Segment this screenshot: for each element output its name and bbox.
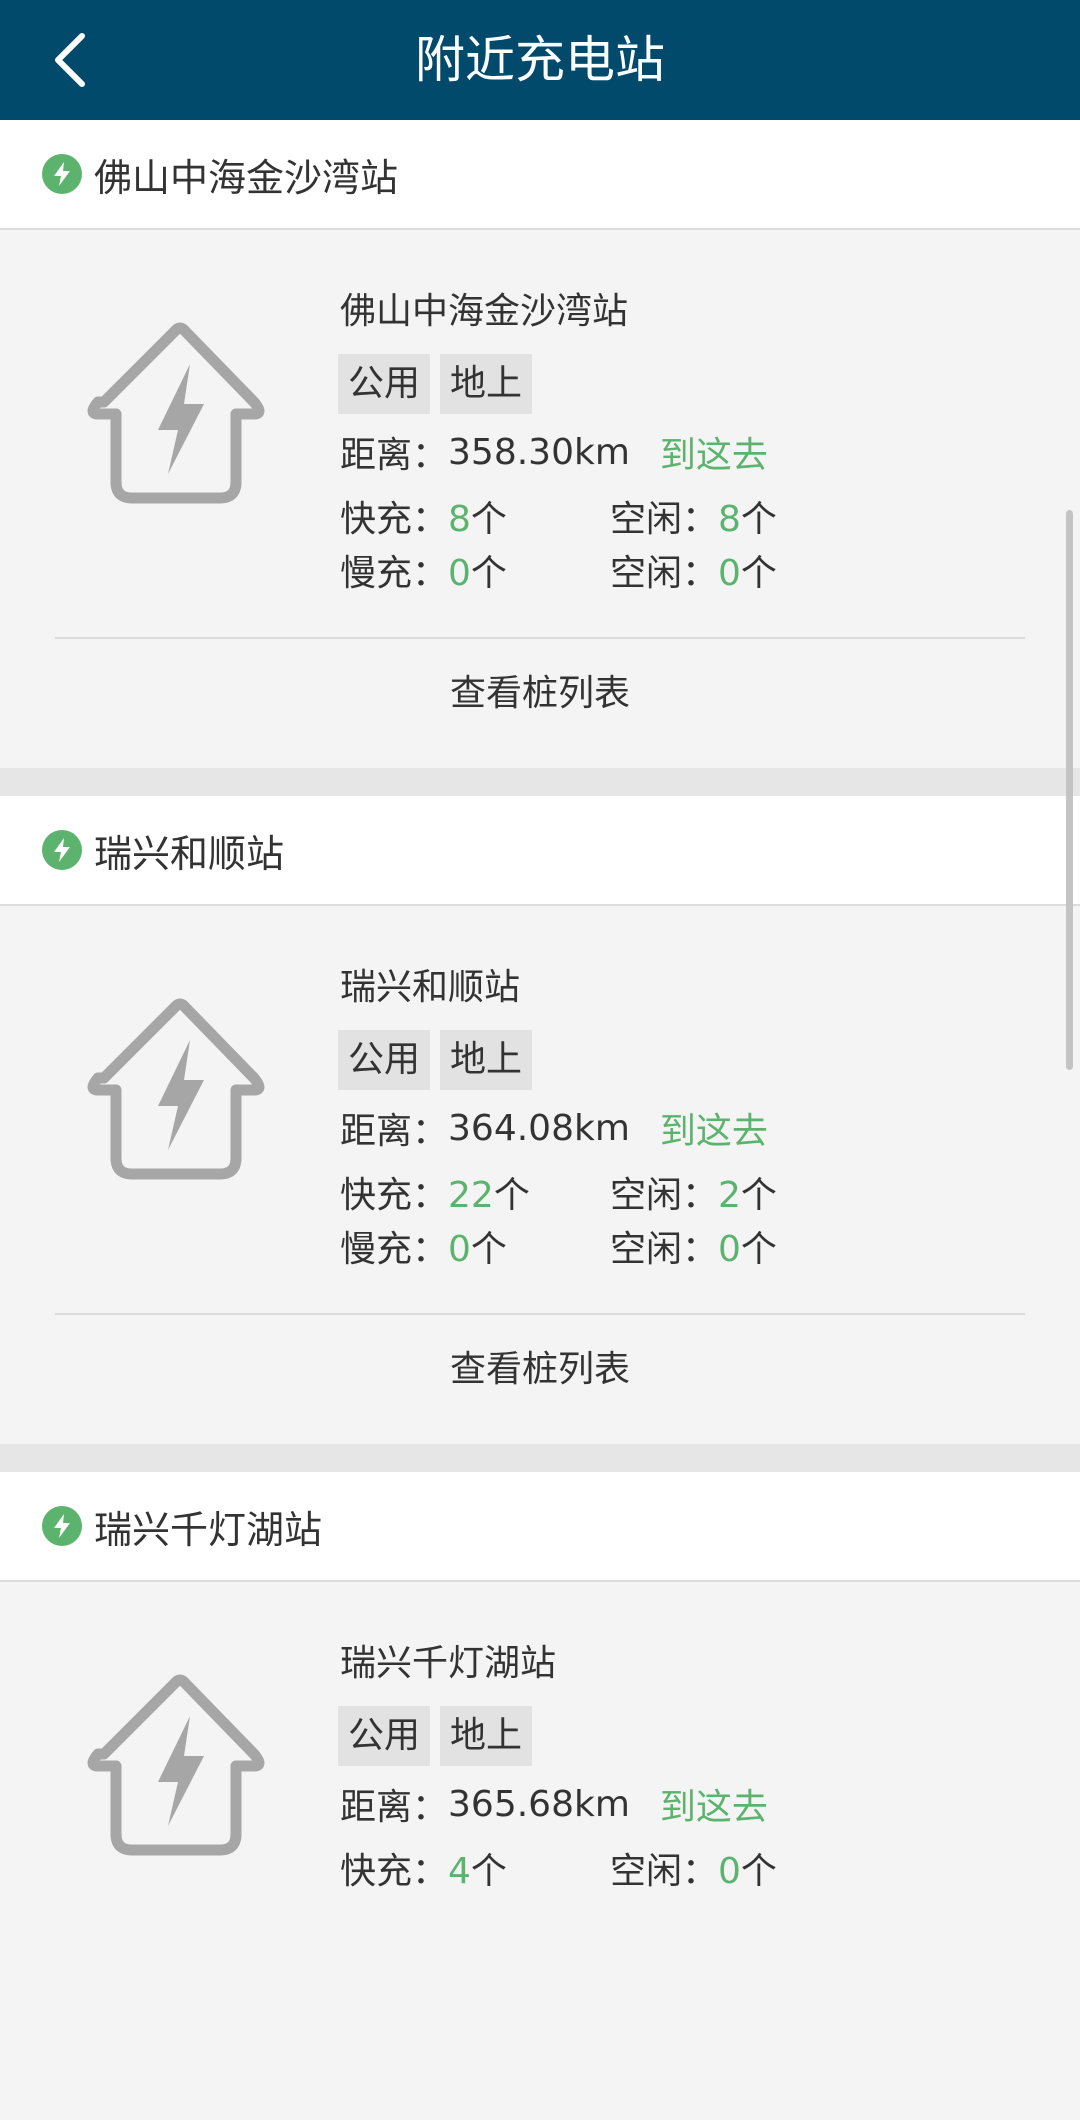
fast-idle-count: 空闲：0个 — [610, 1842, 777, 1894]
tag-public: 公用 — [338, 1706, 431, 1766]
fast-unit: 个 — [470, 499, 507, 540]
idle-unit: 个 — [740, 1851, 777, 1892]
fast-idle-count: 空闲：2个 — [610, 1166, 777, 1218]
idle-unit: 个 — [740, 1229, 777, 1270]
fast-charge-count: 快充：8个 — [340, 490, 507, 542]
slow-charge-count: 慢充：0个 — [340, 544, 507, 596]
charging-bolt-icon — [42, 154, 82, 194]
station-detail: 瑞兴千灯湖站 公用 地上 距离： 365.68km 到这去 快充：4个 空闲：0… — [0, 1582, 1080, 2120]
station-detail: 瑞兴和顺站 公用 地上 距离： 364.08km 到这去 快充：22个 空闲：2… — [0, 906, 1080, 1444]
slow-value: 0 — [448, 553, 471, 594]
idle-unit: 个 — [740, 553, 777, 594]
fast-value: 22 — [448, 1175, 494, 1216]
station-card: 佛山中海金沙湾站 佛山中海金沙湾站 公用 地上 距离： 358.30km 到这去 — [0, 120, 1080, 796]
station-header[interactable]: 瑞兴千灯湖站 — [0, 1472, 1080, 1582]
idle-label: 空闲： — [610, 1175, 719, 1216]
tag-ground: 地上 — [440, 1030, 533, 1090]
page-title: 附近充电站 — [415, 31, 665, 89]
app-header: 附近充电站 — [0, 0, 1080, 120]
fast-label: 快充： — [340, 1175, 449, 1216]
view-pile-list-button[interactable]: 查看桩列表 — [0, 639, 1080, 749]
distance-value: 358.30km — [448, 431, 630, 473]
fast-idle-value: 2 — [718, 1175, 741, 1216]
fast-idle-count: 空闲：8个 — [610, 490, 777, 542]
distance-label: 距离： — [340, 435, 449, 476]
idle-unit: 个 — [740, 1175, 777, 1216]
slow-unit: 个 — [470, 1229, 507, 1270]
fast-unit: 个 — [470, 1851, 507, 1892]
tag-ground: 地上 — [440, 354, 533, 414]
slow-idle-count: 空闲：0个 — [610, 1220, 777, 1272]
fast-label: 快充： — [340, 499, 449, 540]
charging-station-house-icon — [87, 998, 265, 1180]
section-gap — [0, 768, 1080, 796]
fast-label: 快充： — [340, 1851, 449, 1892]
idle-unit: 个 — [740, 499, 777, 540]
charging-station-house-icon — [87, 322, 265, 504]
slow-idle-value: 0 — [718, 1229, 741, 1270]
slow-label: 慢充： — [340, 553, 449, 594]
fast-charge-count: 快充：4个 — [340, 1842, 507, 1894]
charging-bolt-icon — [42, 1506, 82, 1546]
station-tags: 公用 地上 — [338, 354, 533, 414]
idle-label: 空闲： — [610, 553, 719, 594]
navigate-link[interactable]: 到这去 — [660, 426, 768, 478]
distance-row: 距离： 358.30km 到这去 — [340, 426, 768, 478]
slow-label: 慢充： — [340, 1229, 449, 1270]
station-list: 佛山中海金沙湾站 佛山中海金沙湾站 公用 地上 距离： 358.30km 到这去 — [0, 120, 1080, 2120]
station-header[interactable]: 瑞兴和顺站 — [0, 796, 1080, 906]
station-header[interactable]: 佛山中海金沙湾站 — [0, 120, 1080, 230]
distance-row: 距离： 364.08km 到这去 — [340, 1102, 768, 1154]
charging-station-house-icon — [87, 1674, 265, 1856]
station-header-name: 瑞兴千灯湖站 — [94, 1507, 323, 1552]
distance-label: 距离： — [340, 1111, 449, 1152]
scrollbar[interactable] — [1066, 510, 1073, 1070]
tag-public: 公用 — [338, 1030, 431, 1090]
station-detail: 佛山中海金沙湾站 公用 地上 距离： 358.30km 到这去 快充：8个 空闲… — [0, 230, 1080, 768]
distance-row: 距离： 365.68km 到这去 — [340, 1778, 768, 1830]
station-header-name: 佛山中海金沙湾站 — [94, 155, 399, 200]
slow-value: 0 — [448, 1229, 471, 1270]
slow-unit: 个 — [470, 553, 507, 594]
fast-value: 4 — [448, 1851, 471, 1892]
station-name: 瑞兴和顺站 — [340, 967, 521, 1008]
fast-idle-value: 8 — [718, 499, 741, 540]
fast-idle-value: 0 — [718, 1851, 741, 1892]
distance-value: 365.68km — [448, 1783, 630, 1825]
station-tags: 公用 地上 — [338, 1030, 533, 1090]
distance-value: 364.08km — [448, 1107, 630, 1149]
slow-idle-count: 空闲：0个 — [610, 544, 777, 596]
station-card: 瑞兴千灯湖站 瑞兴千灯湖站 公用 地上 距离： 365.68km 到这去 快充：… — [0, 1472, 1080, 2120]
navigate-link[interactable]: 到这去 — [660, 1778, 768, 1830]
distance-label: 距离： — [340, 1787, 449, 1828]
station-header-name: 瑞兴和顺站 — [94, 831, 285, 876]
view-pile-list-button[interactable]: 查看桩列表 — [0, 1315, 1080, 1425]
station-name: 佛山中海金沙湾站 — [340, 291, 629, 332]
idle-label: 空闲： — [610, 1229, 719, 1270]
navigate-link[interactable]: 到这去 — [660, 1102, 768, 1154]
fast-value: 8 — [448, 499, 471, 540]
fast-unit: 个 — [493, 1175, 530, 1216]
station-card: 瑞兴和顺站 瑞兴和顺站 公用 地上 距离： 364.08km 到这去 快充：22… — [0, 796, 1080, 1472]
slow-charge-count: 慢充：0个 — [340, 1220, 507, 1272]
idle-label: 空闲： — [610, 1851, 719, 1892]
slow-idle-value: 0 — [718, 553, 741, 594]
tag-ground: 地上 — [440, 1706, 533, 1766]
station-name: 瑞兴千灯湖站 — [340, 1643, 557, 1684]
section-gap — [0, 1444, 1080, 1472]
idle-label: 空闲： — [610, 499, 719, 540]
fast-charge-count: 快充：22个 — [340, 1166, 530, 1218]
charging-bolt-icon — [42, 830, 82, 870]
tag-public: 公用 — [338, 354, 431, 414]
station-tags: 公用 地上 — [338, 1706, 533, 1766]
